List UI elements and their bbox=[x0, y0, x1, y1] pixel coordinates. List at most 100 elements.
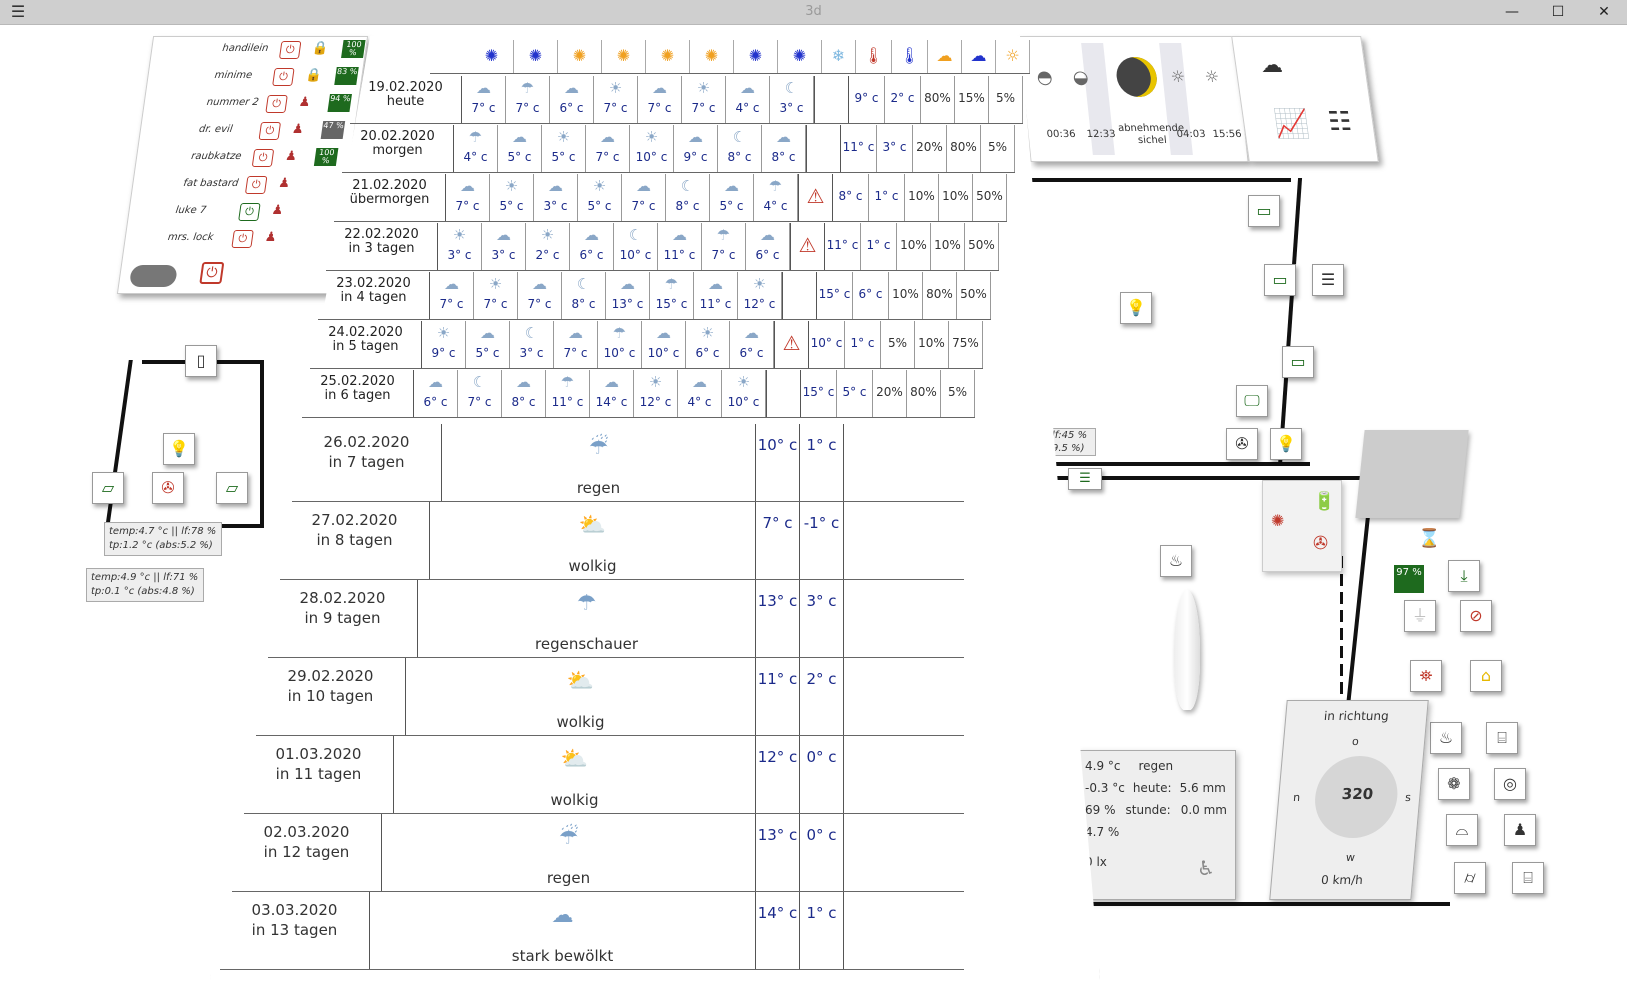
hourly-cell: ☁ 7° c bbox=[430, 272, 474, 319]
light-bulb-icon[interactable]: 💡 bbox=[163, 433, 195, 465]
fan-icon[interactable]: ✇ bbox=[152, 472, 184, 504]
weather-icon: ☁ bbox=[688, 128, 703, 146]
weather-icon: ☾ bbox=[784, 79, 799, 97]
hourly-temp: 10° c bbox=[635, 150, 668, 164]
forecast-date-value: 19.02.2020 bbox=[368, 80, 443, 95]
hourly-temp: 5° c bbox=[587, 199, 612, 213]
forecast-row[interactable]: 22.02.2020 in 3 tagen ☀ 3° c ☁ 3° c ☀ 2° c ☁ 6° c… bbox=[326, 223, 999, 271]
weather-cloud-icon[interactable]: ☁ bbox=[1259, 53, 1285, 78]
sun-orange-icon: ✺ bbox=[558, 40, 602, 73]
weather-icon: ☀ bbox=[696, 79, 711, 97]
forecast-date: 24.02.2020 in 5 tagen bbox=[310, 321, 422, 368]
hourly-temp: 3° c bbox=[543, 199, 568, 213]
weather-icon: ☀ bbox=[436, 324, 451, 342]
hourly-cell: ☀ 5° c bbox=[578, 174, 622, 221]
daily-forecast-row[interactable]: 01.03.2020 in 11 tagen ⛅ wolkig 12° c 0° c bbox=[244, 736, 964, 814]
daily-date-value: 29.02.2020 bbox=[287, 667, 374, 685]
daily-forecast-row[interactable]: 27.02.2020 in 8 tagen ⛅ wolkig 7° c -1° c bbox=[280, 502, 964, 580]
wind-label-o: o bbox=[1351, 735, 1360, 748]
settings-sliders-icon[interactable]: ☷ bbox=[1326, 107, 1354, 137]
fan-icon-2[interactable]: ✇ bbox=[1226, 428, 1258, 460]
ws-cond: regen bbox=[1138, 759, 1174, 773]
shutter-icon[interactable]: ☰ bbox=[1312, 264, 1344, 296]
washer-icon[interactable]: ◎ bbox=[1494, 768, 1526, 800]
temp-min: 6° c bbox=[853, 272, 889, 319]
fan-icon-3[interactable]: ✇ bbox=[1313, 533, 1328, 554]
plug-off-icon[interactable]: ⏚ bbox=[1404, 600, 1436, 632]
wind-label-s: s bbox=[1404, 791, 1412, 804]
weather-icon: ☁ bbox=[744, 324, 759, 342]
weather-icon: ☀ bbox=[556, 128, 571, 146]
forecast-row[interactable]: 23.02.2020 in 4 tagen ☁ 7° c ☀ 7° c ☁ 7° c ☾ 8° c… bbox=[318, 272, 991, 320]
sunset-time: 15:56 bbox=[1212, 129, 1243, 140]
hourly-temp: 7° c bbox=[647, 101, 672, 115]
chart-icon[interactable]: 📈 bbox=[1272, 107, 1312, 140]
daily-forecast-row[interactable]: 26.02.2020 in 7 tagen ☔ regen 10° c 1° c bbox=[292, 424, 964, 502]
hourly-temp: 7° c bbox=[527, 297, 552, 311]
sofa-icon[interactable]: ⌓ bbox=[1446, 814, 1478, 846]
heater-icon[interactable]: ♨ bbox=[1160, 545, 1192, 577]
tv-icon[interactable]: 🖵 bbox=[1236, 385, 1268, 417]
suitcase-icon[interactable]: ⌸ bbox=[1512, 862, 1544, 894]
daily-spacer bbox=[844, 736, 964, 813]
desk-icon[interactable]: ⌸ bbox=[1486, 722, 1518, 754]
paw-icon[interactable]: ❁ bbox=[1438, 768, 1470, 800]
maximize-button[interactable]: ☐ bbox=[1543, 2, 1573, 22]
hourly-temp: 6° c bbox=[739, 346, 764, 360]
forecast-row[interactable]: 24.02.2020 in 5 tagen ☀ 9° c ☁ 5° c ☾ 3° c ☁ 7° c… bbox=[310, 321, 983, 369]
light-bulb-icon-3[interactable]: 💡 bbox=[1270, 428, 1302, 460]
minimize-button[interactable]: — bbox=[1497, 2, 1527, 22]
hourly-temp: 5° c bbox=[719, 199, 744, 213]
forecast-row[interactable]: 19.02.2020 heute ☁ 7° c ☂ 7° c ☁ 6° c ☀ 7° c ☁ 7° c… bbox=[350, 76, 1023, 124]
window-open-icon[interactable]: ▱ bbox=[92, 472, 124, 504]
window-sensor-icon-2[interactable]: ▭ bbox=[1248, 195, 1280, 227]
window-sensor-icon-3[interactable]: ▭ bbox=[1264, 264, 1296, 296]
hourly-temp: 9° c bbox=[431, 346, 456, 360]
daily-forecast-row[interactable]: 29.02.2020 in 10 tagen ⛅ wolkig 11° c 2° c bbox=[256, 658, 964, 736]
light-bulb-icon-2[interactable]: 💡 bbox=[1120, 292, 1152, 324]
window-sensor-icon-4[interactable]: ▭ bbox=[1282, 346, 1314, 378]
user-name: luke 7 bbox=[174, 205, 207, 216]
daily-date-value: 28.02.2020 bbox=[299, 589, 386, 607]
daily-date: 02.03.2020 in 12 tagen bbox=[232, 814, 382, 891]
hourly-temp: 7° c bbox=[483, 297, 508, 311]
weather-icon: ☔ bbox=[558, 825, 579, 850]
prob-2: 15% bbox=[955, 76, 989, 123]
office-icon[interactable]: ♟ bbox=[1504, 814, 1536, 846]
daily-date: 01.03.2020 in 11 tagen bbox=[244, 736, 394, 813]
weather-icon: ☁ bbox=[636, 177, 651, 195]
binoculars-icon[interactable]: ⛯ bbox=[1410, 660, 1442, 692]
hourly-cell: ☀ 7° c bbox=[682, 76, 726, 123]
toggle-switch[interactable] bbox=[128, 265, 178, 287]
eye-off-icon[interactable]: ⊘ bbox=[1460, 600, 1492, 632]
weather-icon: ☾ bbox=[732, 128, 747, 146]
hourly-temp: 10° c bbox=[727, 395, 760, 409]
hourly-temp: 8° c bbox=[511, 395, 536, 409]
weather-icon: ☂ bbox=[716, 226, 731, 244]
hourly-temp: 13° c bbox=[611, 297, 644, 311]
hourly-cell: ☀ 7° c bbox=[594, 76, 638, 123]
floorplan-thumbnail[interactable] bbox=[1355, 430, 1469, 518]
hourly-temp: 3° c bbox=[779, 101, 804, 115]
hourly-cells: ☁ 7° c ☀ 7° c ☁ 7° c ☾ 8° c ☁ 13° c ☂ 15° c ☁ 11° c ☀ 1… bbox=[430, 272, 783, 319]
ws-heute-val: 5.6 mm bbox=[1179, 781, 1226, 795]
pot-icon[interactable]: ♨ bbox=[1430, 722, 1462, 754]
daily-forecast-row[interactable]: 03.03.2020 in 13 tagen ☁ stark bewölkt 14° c… bbox=[220, 892, 964, 970]
forecast-row[interactable]: 25.02.2020 in 6 tagen ☁ 6° c ☾ 7° c ☁ 8° c ☂ 11° … bbox=[302, 370, 975, 418]
weather-icon: ☂ bbox=[560, 373, 575, 391]
daily-date: 26.02.2020 in 7 tagen bbox=[292, 424, 442, 501]
daily-forecast-row[interactable]: 02.03.2020 in 12 tagen ☔ regen 13° c 0° c bbox=[232, 814, 964, 892]
forecast-row[interactable]: 20.02.2020 morgen ☂ 4° c ☁ 5° c ☀ 5° c ☁ 7° c ☀ 10°… bbox=[342, 125, 1015, 173]
sensor-2-line2: tp:0.1 °c (abs:4.8 %) bbox=[91, 586, 195, 597]
home-icon[interactable]: ⌂ bbox=[1470, 660, 1502, 692]
hourly-temp: 7° c bbox=[467, 395, 492, 409]
hourly-cell: ☀ 9° c bbox=[422, 321, 466, 368]
daily-forecast-row[interactable]: 28.02.2020 in 9 tagen ☂ regenschauer 13° c 3°… bbox=[268, 580, 964, 658]
hourly-temp: 3° c bbox=[447, 248, 472, 262]
hourly-temp: 7° c bbox=[455, 199, 480, 213]
bed-icon[interactable]: ⌭ bbox=[1454, 862, 1486, 894]
download-icon[interactable]: ⤓ bbox=[1448, 560, 1480, 592]
close-button[interactable]: ✕ bbox=[1589, 2, 1619, 22]
forecast-row[interactable]: 21.02.2020 übermorgen ☁ 7° c ☀ 5° c ☁ 3° c ☀ 5° c… bbox=[334, 174, 1007, 222]
prob-3: 5% bbox=[941, 370, 975, 417]
